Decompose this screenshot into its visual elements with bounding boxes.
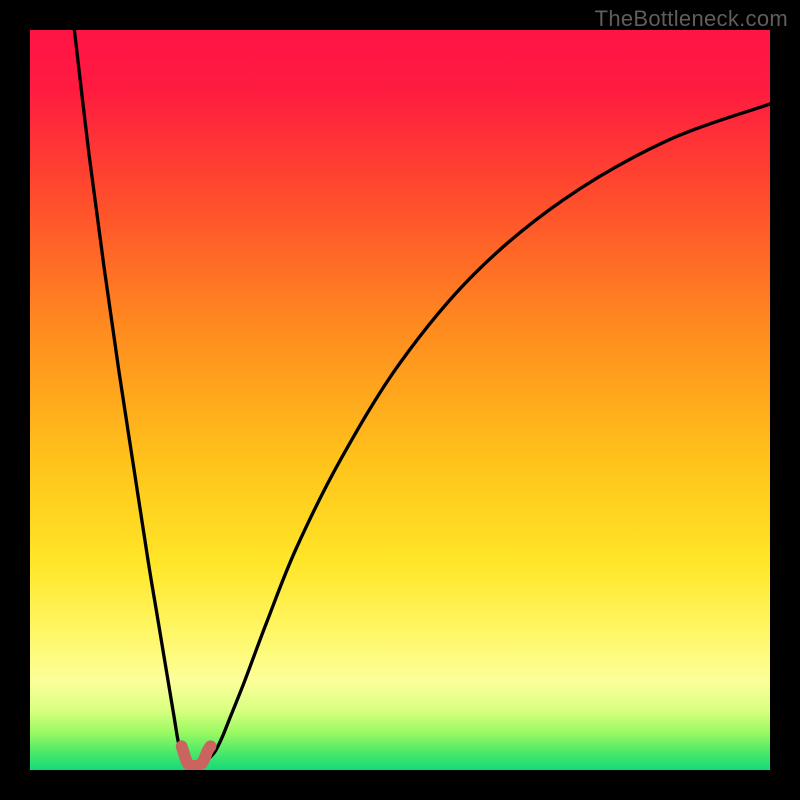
outer-frame: TheBottleneck.com bbox=[0, 0, 800, 800]
valley-marker bbox=[182, 746, 211, 766]
curve-right-branch bbox=[208, 104, 770, 760]
curve-layer bbox=[30, 30, 770, 770]
curve-left-branch bbox=[74, 30, 185, 760]
watermark-text: TheBottleneck.com bbox=[595, 6, 788, 32]
plot-area bbox=[30, 30, 770, 770]
